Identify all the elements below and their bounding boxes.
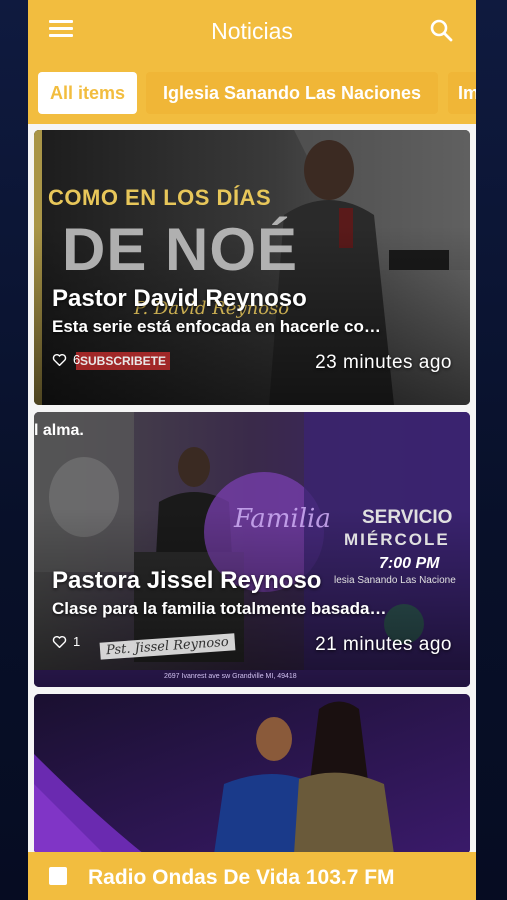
tab-iglesia-sanando-las-naciones[interactable]: Iglesia Sanando Las Naciones [146, 72, 438, 114]
background-left [0, 0, 28, 900]
news-card[interactable]: COMO EN LOS DÍAS DE NOÉ P. David Reynoso… [34, 130, 470, 405]
search-icon[interactable] [428, 17, 454, 43]
heart-icon [52, 635, 67, 648]
radio-station-title: Radio Ondas De Vida 103.7 FM [88, 866, 395, 889]
app-bar: Noticias [28, 0, 476, 62]
radio-player-bar[interactable]: Radio Ondas De Vida 103.7 FM [28, 852, 476, 900]
card-art-hour: 7:00 PM [379, 555, 440, 572]
card-title: Pastora Jissel Reynoso [52, 567, 322, 594]
card-art-church: lesia Sanando Las Nacione [334, 575, 456, 586]
news-card[interactable]: l alma. Familia SERVICIO MIÉRCOLE 7:00 P… [34, 412, 470, 687]
card-description: Esta serie está enfocada en hacerle co… [52, 317, 381, 336]
page-title: Noticias [211, 17, 293, 44]
card-timestamp: 21 minutes ago [315, 634, 452, 655]
card-art-headline: COMO EN LOS DÍAS [48, 185, 272, 210]
play-stop-button[interactable] [49, 867, 67, 885]
card-description: Clase para la familia totalmente basada… [52, 599, 387, 618]
tab-partial[interactable]: Im [448, 72, 476, 114]
card-likes[interactable]: 6 [52, 352, 80, 367]
like-count: 6 [73, 352, 81, 367]
card-art-top-left: l alma. [34, 422, 84, 439]
category-tabs: All items Iglesia Sanando Las Naciones I… [28, 62, 476, 124]
card-art-familia: Familia [234, 504, 331, 534]
card-art-miercoles: MIÉRCOLE [344, 530, 450, 549]
card-art-subscribe: SUBSCRIBETE [76, 352, 171, 370]
app-screen: Noticias All items Iglesia Sanando Las N… [28, 0, 476, 900]
background-right [476, 0, 507, 900]
like-count: 1 [73, 634, 81, 649]
hamburger-menu-icon[interactable] [49, 20, 73, 40]
card-timestamp: 23 minutes ago [315, 352, 452, 373]
card-art-address: 2697 Ivanrest ave sw Grandville MI, 4941… [164, 673, 297, 680]
card-image [34, 694, 470, 854]
news-card[interactable] [34, 694, 470, 854]
card-likes[interactable]: 1 [52, 634, 80, 649]
card-title: Pastor David Reynoso [52, 285, 307, 312]
card-art-servicio: SERVICIO [362, 507, 453, 528]
tab-all-items[interactable]: All items [38, 72, 137, 114]
heart-icon [52, 353, 67, 366]
card-art-big-title: DE NOÉ [62, 216, 299, 283]
